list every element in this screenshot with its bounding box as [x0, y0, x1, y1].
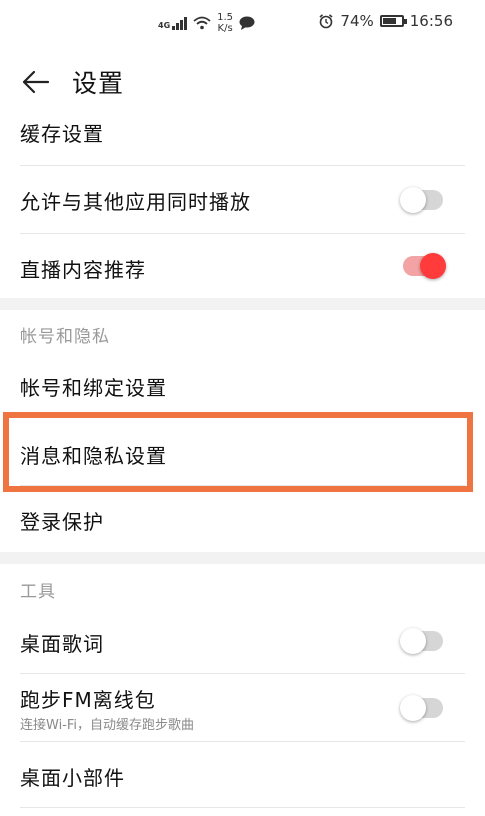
running-fm-toggle[interactable] [400, 695, 443, 721]
toggle-knob [420, 253, 446, 279]
settings-item-running-fm[interactable]: 跑步FM离线包 连接Wi-Fi，自动缓存跑步歌曲 [20, 674, 465, 742]
allow-play-toggle[interactable] [400, 187, 443, 213]
section-header-account-privacy: 帐号和隐私 [20, 327, 110, 347]
chat-bubble-icon [239, 16, 255, 30]
back-arrow-icon[interactable] [20, 66, 52, 98]
page-title: 设置 [72, 69, 125, 98]
settings-item-sublabel: 连接Wi-Fi，自动缓存跑步歌曲 [20, 718, 195, 733]
toggle-knob [400, 187, 426, 213]
battery-percent: 74% [340, 12, 374, 30]
battery-fill [382, 18, 397, 24]
settings-item-label: 登录保护 [20, 510, 104, 534]
settings-item-desktop-lyrics[interactable]: 桌面歌词 [20, 608, 465, 674]
status-center: 4G 1.5 K/s [158, 12, 255, 34]
clock: 16:56 [409, 12, 453, 30]
signal-icon [172, 16, 188, 30]
network-type: 4G [158, 21, 171, 30]
settings-item-account-binding[interactable]: 帐号和绑定设置 [20, 352, 465, 418]
speed-unit: K/s [217, 23, 233, 34]
settings-item-label: 跑步FM离线包 [20, 688, 156, 712]
settings-item-cache[interactable]: 缓存设置 [20, 108, 465, 166]
settings-item-desktop-widget[interactable]: 桌面小部件 [20, 742, 465, 808]
settings-item-label: 直播内容推荐 [20, 258, 146, 282]
settings-item-label: 桌面小部件 [20, 766, 125, 790]
wifi-icon [193, 16, 211, 30]
desktop-lyrics-toggle[interactable] [400, 628, 443, 654]
section-divider [0, 552, 485, 564]
status-bar: 4G 1.5 K/s 74% 16:56 [0, 0, 485, 48]
section-header-tools: 工具 [20, 582, 56, 602]
alarm-icon [319, 14, 333, 29]
battery-icon [379, 15, 407, 27]
toggle-knob [400, 628, 426, 654]
live-recommend-toggle[interactable] [403, 253, 446, 279]
section-divider [0, 298, 485, 310]
settings-item-label: 桌面歌词 [20, 632, 104, 656]
status-right: 74% 16:56 [318, 12, 453, 30]
settings-item-label: 缓存设置 [20, 122, 104, 146]
toggle-knob [400, 695, 426, 721]
settings-item-live-recommend[interactable]: 直播内容推荐 [20, 234, 465, 298]
highlight-box [3, 412, 473, 492]
settings-item-allow-play[interactable]: 允许与其他应用同时播放 [20, 166, 465, 234]
app-header: 设置 [0, 56, 485, 108]
settings-item-label: 帐号和绑定设置 [20, 376, 167, 400]
settings-item-login-protect[interactable]: 登录保护 [20, 486, 465, 552]
network-speed: 1.5 K/s [217, 12, 233, 34]
settings-item-label: 允许与其他应用同时播放 [20, 190, 251, 214]
signal-group: 4G [158, 16, 188, 30]
speed-value: 1.5 [217, 12, 234, 23]
